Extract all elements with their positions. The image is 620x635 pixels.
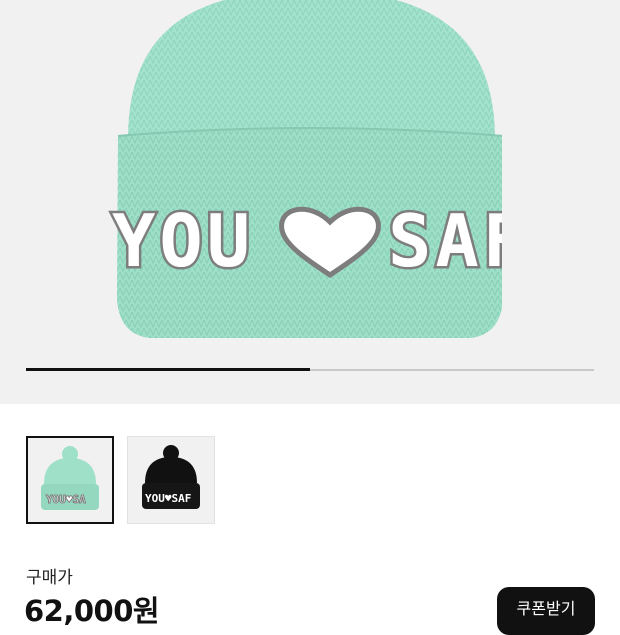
svg-text:YOU♥SAF: YOU♥SAF: [145, 492, 191, 505]
mint-beanie-image: YOU SAF: [110, 0, 620, 350]
svg-text:YOU: YOU: [112, 199, 254, 283]
coupon-button[interactable]: 쿠폰받기: [497, 587, 595, 635]
thumbnail-mint-beanie[interactable]: YOU♥SA: [26, 436, 114, 524]
svg-text:YOU♥SA: YOU♥SA: [46, 493, 86, 506]
price-label: 구매가: [26, 568, 73, 588]
black-beanie-thumbnail-image: YOU♥SAF: [142, 445, 200, 509]
carousel-progress-track: [26, 368, 594, 371]
thumbnail-black-beanie[interactable]: YOU♥SAF: [127, 436, 215, 524]
carousel-progress-fill: [26, 368, 310, 371]
price-value: 62,000원: [24, 594, 160, 628]
mint-beanie-thumbnail-image: YOU♥SA: [41, 446, 99, 510]
product-image-carousel[interactable]: YOU SAF: [0, 0, 620, 404]
